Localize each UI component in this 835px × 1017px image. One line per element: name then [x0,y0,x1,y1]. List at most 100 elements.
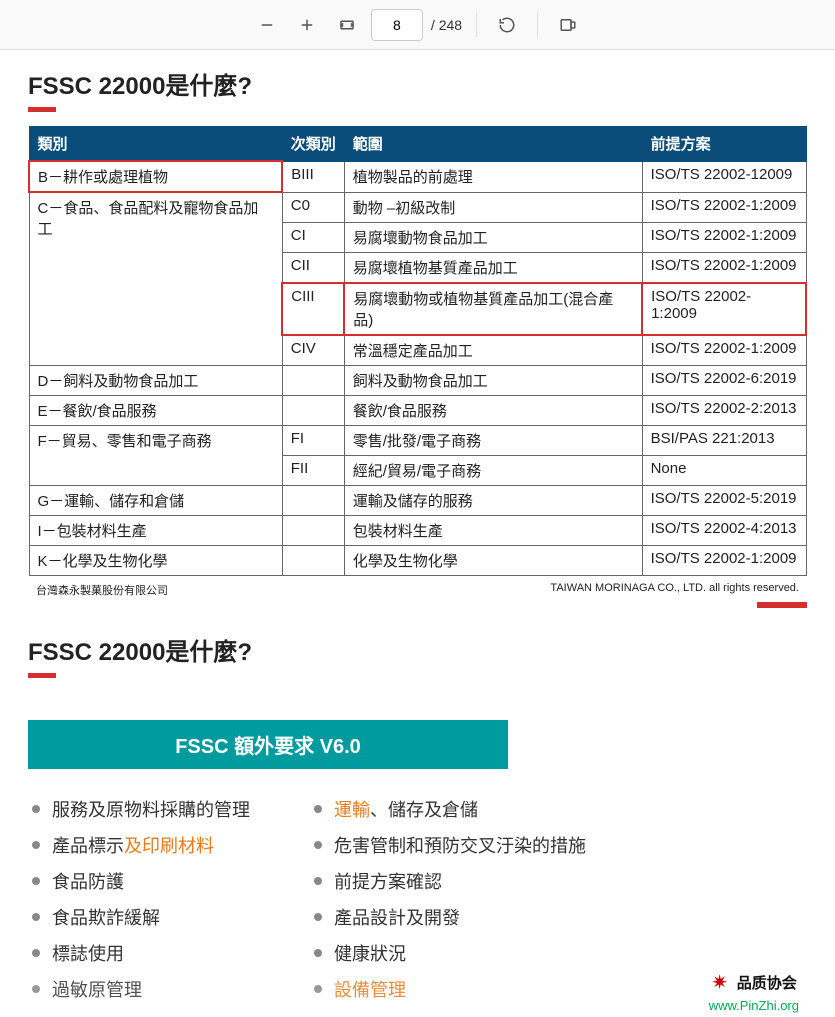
table-row: B－耕作或處理植物BIII植物製品的前處理ISO/TS 22002-12009 [29,161,806,192]
list-item: 健康狀況 [310,935,586,971]
cell-category: K－化學及生物化學 [29,545,282,575]
cell-subcategory: CI [282,222,344,252]
list-item: 前提方案確認 [310,863,586,899]
table-row: F－貿易、零售和電子商務FI零售/批發/電子商務BSI/PAS 221:2013 [29,425,806,455]
list-item: 標誌使用 [28,935,250,971]
cell-subcategory [282,485,344,515]
title-underline [28,673,56,678]
highlighted-text: 及印刷材料 [124,836,214,856]
footer-company-zh: 台灣森永製菓股份有限公司 [36,582,168,598]
highlighted-text: 運輸 [334,800,370,820]
cell-category: C－食品、食品配料及寵物食品加工 [29,192,282,365]
slide-1: FSSC 22000是什麼? 類別次類別範圍前提方案 B－耕作或處理植物BIII… [18,50,817,616]
cell-category: I－包裝材料生產 [29,515,282,545]
title-underline [28,107,56,112]
slide-footer: 台灣森永製菓股份有限公司 TAIWAN MORINAGA CO., LTD. a… [28,576,807,598]
fssc-table: 類別次類別範圍前提方案 B－耕作或處理植物BIII植物製品的前處理ISO/TS … [28,126,807,576]
footer-company-en: TAIWAN MORINAGA CO., LTD. all rights res… [550,582,799,598]
logo-url: www.PinZhi.org [709,998,799,1013]
cell-scope: 化學及生物化學 [344,545,642,575]
cell-program: ISO/TS 22002-1:2009 [642,545,806,575]
cell-program: ISO/TS 22002-4:2013 [642,515,806,545]
cell-scope: 經紀/貿易/電子商務 [344,455,642,485]
table-row: D－飼料及動物食品加工 飼料及動物食品加工ISO/TS 22002-6:2019 [29,365,806,395]
rotate-button[interactable] [491,9,523,41]
table-row: K－化學及生物化學 化學及生物化學ISO/TS 22002-1:2009 [29,545,806,575]
logo-star-icon: ✷ [709,972,731,994]
table-header: 範圍 [344,127,642,162]
cell-program: ISO/TS 22002-1:2009 [642,335,806,366]
cell-category: F－貿易、零售和電子商務 [29,425,282,485]
table-row: E－餐飲/食品服務 餐飲/食品服務ISO/TS 22002-2:2013 [29,395,806,425]
page-content: FSSC 22000是什麼? 類別次類別範圍前提方案 B－耕作或處理植物BIII… [0,50,835,1017]
table-header: 次類別 [282,127,344,162]
cell-scope: 零售/批發/電子商務 [344,425,642,455]
list-item: 產品標示及印刷材料 [28,827,250,863]
page-title: FSSC 22000是什麼? [28,66,807,101]
toolbar-divider [537,13,538,37]
list-item: 食品防護 [28,863,250,899]
list-item: 產品設計及開發 [310,899,586,935]
extra-req-banner: FSSC 額外要求 V6.0 [28,720,508,769]
cell-category: G－運輸、儲存和倉儲 [29,485,282,515]
zoom-in-button[interactable] [291,9,323,41]
cell-program: ISO/TS 22002-6:2019 [642,365,806,395]
requirements-right-col: 運輸、儲存及倉儲危害管制和預防交叉汙染的措施前提方案確認產品設計及開發健康狀況設… [310,791,586,1007]
cell-subcategory: BIII [282,161,344,192]
cell-category: D－飼料及動物食品加工 [29,365,282,395]
cell-program: ISO/TS 22002-5:2019 [642,485,806,515]
cell-program: None [642,455,806,485]
pdf-toolbar: / 248 [0,0,835,50]
cell-subcategory: CIV [282,335,344,366]
cell-subcategory [282,545,344,575]
table-row: I－包裝材料生產包裝材料生產ISO/TS 22002-4:2013 [29,515,806,545]
cell-scope: 植物製品的前處理 [344,161,642,192]
table-header: 前提方案 [642,127,806,162]
cell-program: ISO/TS 22002-1:2009 [642,283,806,335]
cell-scope: 易腐壞動物或植物基質產品加工(混合產品) [344,283,642,335]
highlighted-text: 設備管理 [334,980,406,1000]
read-aloud-button[interactable] [552,9,584,41]
cell-subcategory: C0 [282,192,344,222]
cell-category: E－餐飲/食品服務 [29,395,282,425]
list-item: 食品欺詐緩解 [28,899,250,935]
cell-program: ISO/TS 22002-12009 [642,161,806,192]
cell-subcategory [282,395,344,425]
logo-title: 品质协会 [737,972,797,993]
table-row: C－食品、食品配料及寵物食品加工C0動物 –初級改制ISO/TS 22002-1… [29,192,806,222]
footer-red-strip [757,602,807,608]
cell-scope: 易腐壞植物基質產品加工 [344,252,642,283]
requirements-columns: 服務及原物料採購的管理產品標示及印刷材料食品防護食品欺詐緩解標誌使用過敏原管理 … [28,791,807,1007]
list-item: 危害管制和預防交叉汙染的措施 [310,827,586,863]
cell-program: ISO/TS 22002-2:2013 [642,395,806,425]
cell-subcategory: FI [282,425,344,455]
list-item: 過敏原管理 [28,971,250,1007]
requirements-left-col: 服務及原物料採購的管理產品標示及印刷材料食品防護食品欺詐緩解標誌使用過敏原管理 [28,791,250,1007]
page-number-input[interactable] [371,9,423,41]
cell-category: B－耕作或處理植物 [29,161,282,192]
cell-subcategory: CIII [282,283,344,335]
table-header: 類別 [29,127,282,162]
cell-subcategory: FII [282,455,344,485]
slide-2: FSSC 22000是什麼? FSSC 額外要求 V6.0 服務及原物料採購的管… [18,616,817,1017]
list-item: 服務及原物料採購的管理 [28,791,250,827]
watermark-logo: ✷ 品质协会 www.PinZhi.org [709,972,799,1013]
cell-scope: 易腐壞動物食品加工 [344,222,642,252]
table-row: G－運輸、儲存和倉儲 運輸及儲存的服務ISO/TS 22002-5:2019 [29,485,806,515]
cell-scope: 運輸及儲存的服務 [344,485,642,515]
cell-program: ISO/TS 22002-1:2009 [642,252,806,283]
cell-subcategory [282,365,344,395]
list-item: 運輸、儲存及倉儲 [310,791,586,827]
list-item: 設備管理 [310,971,586,1007]
cell-scope: 餐飲/食品服務 [344,395,642,425]
cell-scope: 飼料及動物食品加工 [344,365,642,395]
zoom-out-button[interactable] [251,9,283,41]
cell-program: ISO/TS 22002-1:2009 [642,192,806,222]
cell-program: BSI/PAS 221:2013 [642,425,806,455]
fit-width-button[interactable] [331,9,363,41]
toolbar-divider [476,13,477,37]
cell-scope: 常溫穩定產品加工 [344,335,642,366]
cell-program: ISO/TS 22002-1:2009 [642,222,806,252]
cell-subcategory: CII [282,252,344,283]
cell-scope: 動物 –初級改制 [344,192,642,222]
